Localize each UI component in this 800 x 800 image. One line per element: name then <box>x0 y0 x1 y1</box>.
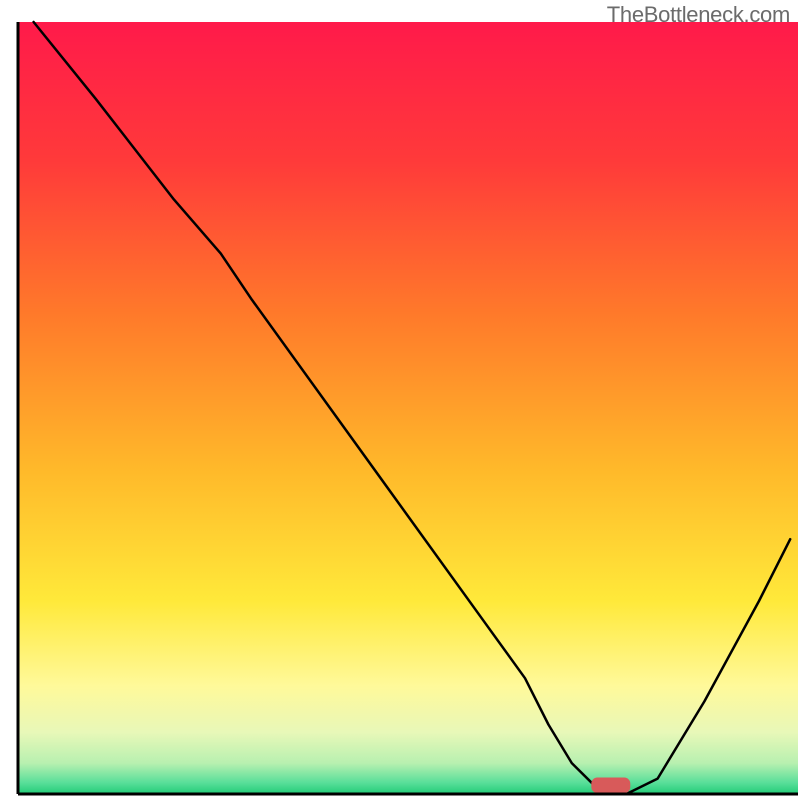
chart-container: TheBottleneck.com <box>0 0 800 800</box>
chart-background <box>18 22 798 794</box>
optimal-marker <box>591 778 630 793</box>
bottleneck-chart <box>0 0 800 800</box>
watermark-text: TheBottleneck.com <box>607 2 790 28</box>
